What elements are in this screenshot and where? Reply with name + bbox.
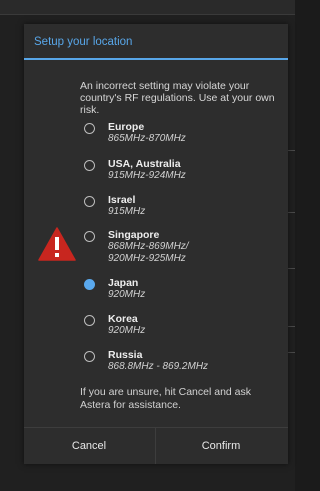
option-name: Korea — [108, 313, 138, 325]
radio-button[interactable] — [84, 351, 95, 362]
radio-button-selected[interactable] — [84, 279, 95, 290]
option-russia[interactable]: Russia 868.8MHz - 869.2MHz — [84, 349, 284, 383]
option-frequency: 920MHz — [108, 289, 146, 300]
region-options: Europe 865MHz-870MHz USA, Australia 915M… — [84, 121, 284, 383]
location-dialog: Setup your location An incorrect setting… — [24, 24, 288, 464]
warning-text: An incorrect setting may violate your co… — [80, 80, 275, 116]
option-singapore[interactable]: Singapore 868MHz-869MHz/ 920MHz-925MHz — [84, 229, 284, 277]
confirm-button[interactable]: Confirm — [156, 428, 286, 464]
option-frequency: 915MHz — [108, 206, 146, 217]
option-israel[interactable]: Israel 915MHz — [84, 194, 284, 229]
radio-button[interactable] — [84, 123, 95, 134]
option-korea[interactable]: Korea 920MHz — [84, 313, 284, 349]
option-name: Japan — [108, 277, 139, 289]
option-name: Russia — [108, 349, 143, 361]
option-name: Israel — [108, 194, 136, 206]
background-header — [0, 0, 295, 15]
option-name: Singapore — [108, 229, 160, 241]
cancel-button[interactable]: Cancel — [24, 428, 154, 464]
option-frequency: 865MHz-870MHz — [108, 133, 186, 144]
option-name: Europe — [108, 121, 145, 133]
option-frequency: 868MHz-869MHz/ — [108, 241, 189, 252]
footer-note: If you are unsure, hit Cancel and ask As… — [80, 386, 252, 411]
option-name: USA, Australia — [108, 158, 181, 170]
dialog-title: Setup your location — [34, 36, 133, 48]
radio-button[interactable] — [84, 315, 95, 326]
radio-button[interactable] — [84, 196, 95, 207]
option-europe[interactable]: Europe 865MHz-870MHz — [84, 121, 284, 158]
radio-button[interactable] — [84, 160, 95, 171]
option-japan[interactable]: Japan 920MHz — [84, 277, 284, 313]
radio-button[interactable] — [84, 231, 95, 242]
option-frequency: 868.8MHz - 869.2MHz — [108, 361, 209, 372]
option-frequency: 915MHz-924MHz — [108, 170, 186, 181]
title-divider — [24, 58, 288, 60]
option-frequency-2: 920MHz-925MHz — [108, 253, 186, 264]
option-usa-australia[interactable]: USA, Australia 915MHz-924MHz — [84, 158, 284, 194]
warning-triangle-icon — [38, 227, 76, 261]
option-frequency: 920MHz — [108, 325, 146, 336]
